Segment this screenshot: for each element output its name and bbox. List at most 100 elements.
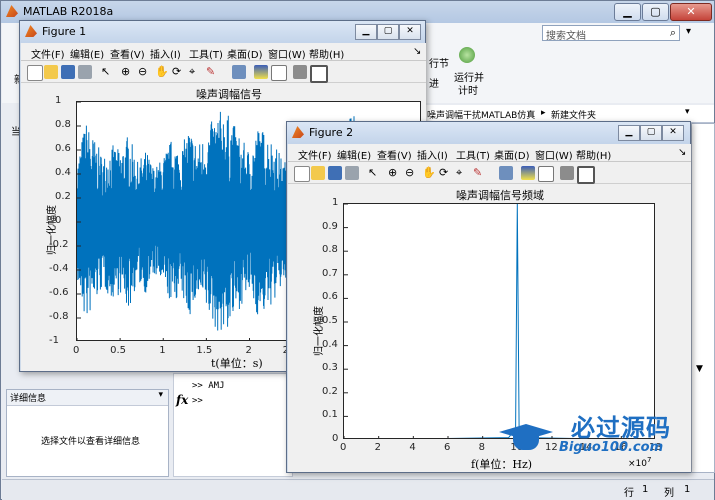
- figure2-menu-file[interactable]: 文件(F): [298, 147, 332, 162]
- details-header[interactable]: 详细信息 ▾: [7, 390, 168, 406]
- pointer-icon[interactable]: ↖: [368, 166, 382, 180]
- figure2-plot-title: 噪声调幅信号频域: [456, 189, 544, 202]
- maximize-button[interactable]: ▢: [642, 3, 669, 21]
- new-figure-icon[interactable]: [27, 65, 43, 81]
- figure2-menu-desktop[interactable]: 桌面(D): [494, 147, 530, 162]
- open-file-icon[interactable]: [44, 65, 58, 79]
- figure1-menu-help[interactable]: 帮助(H): [309, 46, 344, 61]
- figure1-menu-view[interactable]: 查看(V): [110, 46, 145, 61]
- figure2-maximize-button[interactable]: ▢: [640, 125, 662, 141]
- ribbon-run-section-label[interactable]: 行节: [429, 55, 449, 70]
- figure1-ylabel: 归一化幅度: [47, 205, 58, 255]
- print-icon[interactable]: [78, 65, 92, 79]
- figure2-ytick-label: 0.8: [322, 244, 338, 256]
- figure2-axes[interactable]: [343, 203, 655, 439]
- brush-icon[interactable]: ✎: [473, 166, 487, 180]
- link-icon[interactable]: [232, 65, 246, 79]
- zoom-in-icon[interactable]: ⊕: [121, 65, 135, 79]
- figure1-menu-file[interactable]: 文件(F): [31, 46, 65, 61]
- figure1-xtick-label: 1.5: [196, 345, 213, 356]
- figure1-menu-edit[interactable]: 编辑(E): [70, 46, 104, 61]
- address-part2[interactable]: 新建文件夹: [551, 108, 596, 121]
- figure2-menu-edit[interactable]: 编辑(E): [337, 147, 371, 162]
- brush-icon[interactable]: ✎: [206, 65, 220, 79]
- show-tools-icon[interactable]: [310, 65, 328, 83]
- figure1-menu-dock-icon[interactable]: ↘: [413, 46, 421, 57]
- rotate-icon[interactable]: ⟳: [172, 65, 186, 79]
- figure2-ytick-label: 0.1: [322, 409, 338, 421]
- address-part1[interactable]: 噪声调幅干扰MATLAB仿真: [427, 108, 535, 121]
- hide-tools-icon[interactable]: [560, 166, 574, 180]
- figure1-ytick-label: 1: [55, 95, 62, 106]
- figure2-close-button[interactable]: ✕: [662, 125, 684, 141]
- minimize-button[interactable]: ▁: [614, 3, 641, 21]
- figure1-menu-insert[interactable]: 插入(I): [150, 46, 181, 61]
- figure2-menu-window[interactable]: 窗口(W): [535, 147, 573, 162]
- status-bar: 行 1 列 1: [2, 479, 714, 500]
- link-icon[interactable]: [499, 166, 513, 180]
- show-tools-icon[interactable]: [577, 166, 595, 184]
- save-icon[interactable]: [61, 65, 75, 79]
- command-prompt[interactable]: >>: [192, 396, 203, 406]
- pan-icon[interactable]: ✋: [155, 65, 169, 79]
- zoom-out-icon[interactable]: ⊖: [138, 65, 152, 79]
- address-dropdown-icon[interactable]: ▾: [685, 107, 690, 117]
- figure2-menu-dock-icon[interactable]: ↘: [678, 147, 686, 158]
- open-file-icon[interactable]: [311, 166, 325, 180]
- figure1-ytick-label: 0.8: [55, 119, 71, 130]
- figure1-close-button[interactable]: ✕: [399, 24, 421, 40]
- figure1-menu-window[interactable]: 窗口(W): [268, 46, 306, 61]
- ribbon-toolbar-icons[interactable]: ▾: [686, 26, 691, 37]
- figure2-xtick-label: 6: [444, 442, 451, 453]
- search-box[interactable]: 搜索文档 ⌕: [542, 25, 680, 42]
- figure1-maximize-button[interactable]: ▢: [377, 24, 399, 40]
- figure2-ytick-label: 0.6: [322, 291, 338, 303]
- hide-tools-icon[interactable]: [293, 65, 307, 79]
- rotate-icon[interactable]: ⟳: [439, 166, 453, 180]
- chevron-down-icon[interactable]: ▾: [158, 390, 163, 400]
- run-and-time-icon[interactable]: [459, 47, 475, 63]
- ribbon-advance-label[interactable]: 进: [429, 75, 439, 90]
- figure2-title: Figure 2: [309, 126, 354, 139]
- figure2-menu-insert[interactable]: 插入(I): [417, 147, 448, 162]
- figure1-menu-tools[interactable]: 工具(T): [189, 46, 223, 61]
- figure2-xtick-label: 0: [340, 442, 347, 453]
- figure1-ytick-label: -1: [49, 335, 59, 346]
- figure2-xtick-label: 2: [374, 442, 382, 453]
- workspace-scroll-icon[interactable]: ▼: [696, 364, 703, 374]
- command-window[interactable]: >> AMJ fx >>: [173, 373, 293, 477]
- figure1-title-bar[interactable]: Figure 1 ▁ ▢ ✕: [20, 21, 425, 43]
- zoom-in-icon[interactable]: ⊕: [388, 166, 402, 180]
- figure2-menu-help[interactable]: 帮助(H): [576, 147, 611, 162]
- fx-icon[interactable]: fx: [176, 393, 188, 407]
- close-button[interactable]: ✕: [670, 3, 712, 21]
- new-figure-icon[interactable]: [294, 166, 310, 182]
- legend-icon[interactable]: [538, 166, 554, 182]
- colorbar-icon[interactable]: [254, 65, 268, 79]
- figure2-xtick-label: 8: [478, 442, 486, 453]
- figure1-ytick-label: 0.2: [55, 191, 71, 202]
- figure1-menubar: 文件(F) 编辑(E) 查看(V) 插入(I) 工具(T) 桌面(D) 窗口(W…: [21, 43, 426, 61]
- figure1-menu-desktop[interactable]: 桌面(D): [227, 46, 263, 61]
- search-input[interactable]: 搜索文档: [546, 27, 586, 42]
- figure2-menu-tools[interactable]: 工具(T): [456, 147, 490, 162]
- save-icon[interactable]: [328, 166, 342, 180]
- legend-icon[interactable]: [271, 65, 287, 81]
- details-panel: 详细信息 ▾ 选择文件以查看详细信息: [6, 389, 169, 477]
- figure2-title-bar[interactable]: Figure 2 ▁ ▢ ✕: [287, 122, 690, 144]
- data-cursor-icon[interactable]: ⌖: [456, 166, 470, 180]
- data-cursor-icon[interactable]: ⌖: [189, 65, 203, 79]
- zoom-out-icon[interactable]: ⊖: [405, 166, 419, 180]
- figure2-menu-view[interactable]: 查看(V): [377, 147, 412, 162]
- pointer-icon[interactable]: ↖: [101, 65, 115, 79]
- search-icon[interactable]: ⌕: [670, 26, 676, 40]
- figure1-ytick-label: -0.4: [49, 263, 69, 274]
- figure2-minimize-button[interactable]: ▁: [618, 125, 640, 141]
- pan-icon[interactable]: ✋: [422, 166, 436, 180]
- colorbar-icon[interactable]: [521, 166, 535, 180]
- figure1-toolbar: ↖ ⊕ ⊖ ✋ ⟳ ⌖ ✎: [21, 61, 426, 83]
- run-and-time-label-2[interactable]: 计时: [458, 82, 478, 97]
- figure1-minimize-button[interactable]: ▁: [355, 24, 377, 40]
- print-icon[interactable]: [345, 166, 359, 180]
- figure1-logo-icon: [25, 25, 37, 37]
